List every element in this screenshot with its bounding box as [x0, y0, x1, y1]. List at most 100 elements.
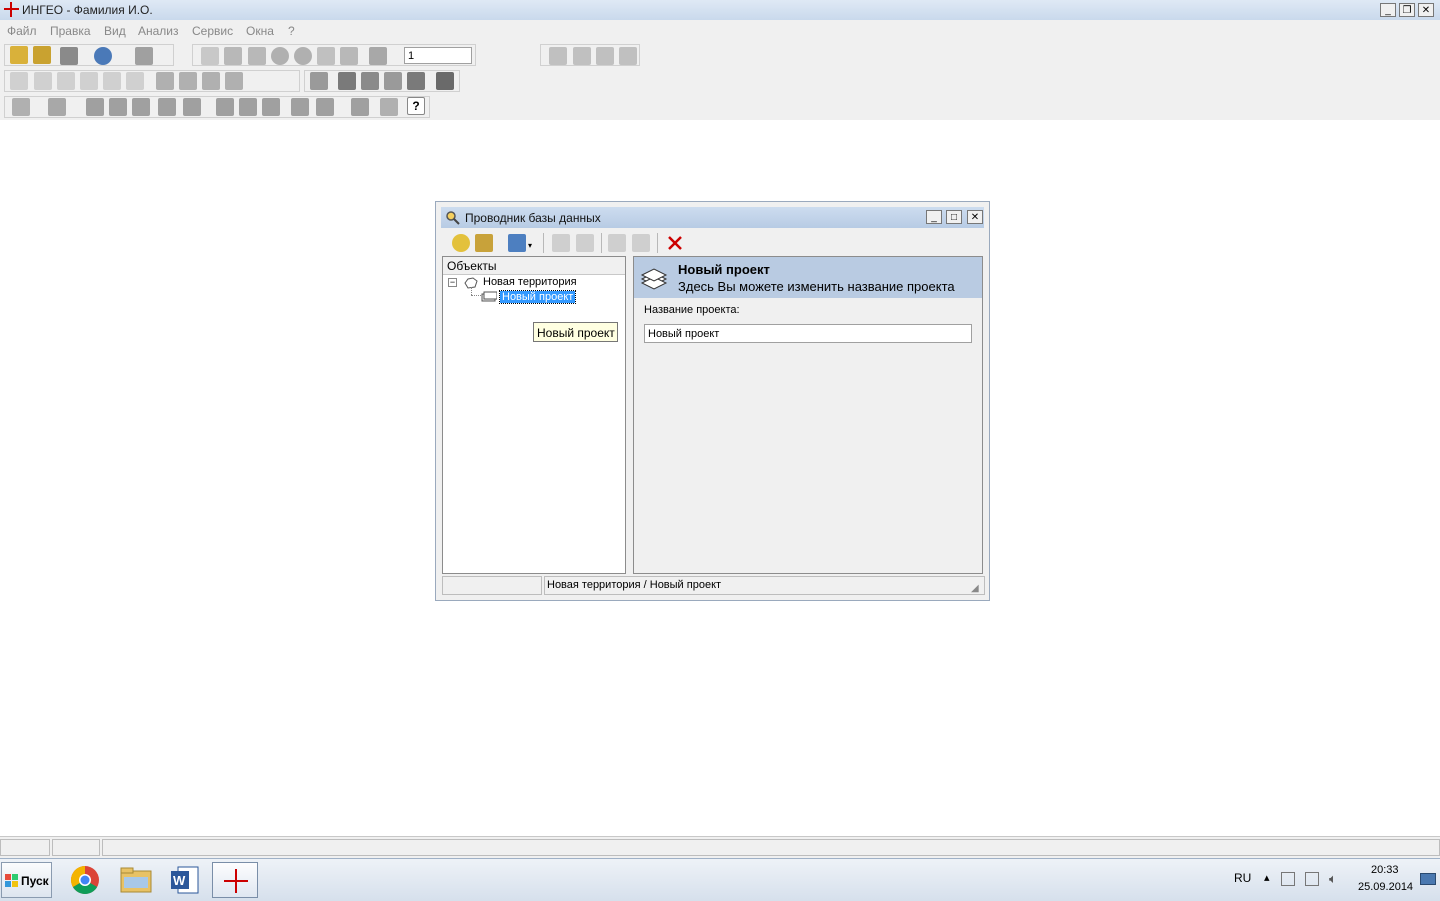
dialog-maximize-button[interactable]: □	[946, 210, 962, 224]
send-back-icon[interactable]	[361, 72, 379, 90]
copy-item-icon[interactable]	[552, 234, 570, 252]
menu-windows[interactable]: Окна	[246, 24, 274, 38]
table-filter-icon[interactable]	[596, 47, 614, 65]
zoom-extent-icon[interactable]	[317, 47, 335, 65]
language-indicator[interactable]: RU	[1234, 871, 1251, 885]
scale-icon[interactable]	[369, 47, 387, 65]
split-icon[interactable]	[216, 98, 234, 116]
refresh-icon[interactable]	[340, 47, 358, 65]
search-icon[interactable]	[94, 47, 112, 65]
bring-front-icon[interactable]	[338, 72, 356, 90]
open-project-icon[interactable]	[33, 46, 51, 64]
properties-icon[interactable]	[608, 234, 626, 252]
show-desktop-icon[interactable]	[1420, 873, 1436, 885]
new-item-icon[interactable]	[508, 234, 526, 252]
dialog-minimize-button[interactable]: _	[926, 210, 942, 224]
word-icon: W	[171, 866, 199, 894]
print-icon[interactable]	[60, 47, 78, 65]
menu-analysis[interactable]: Анализ	[138, 24, 179, 38]
taskbar-explorer[interactable]	[114, 862, 158, 898]
join-icon[interactable]	[239, 98, 257, 116]
database-explorer-dialog: Проводник базы данных _ □ ✕ ▾ Объекты − …	[435, 201, 990, 601]
scale-object-icon[interactable]	[225, 72, 243, 90]
select-line-icon[interactable]	[126, 72, 144, 90]
copy-object-icon[interactable]	[86, 98, 104, 116]
scale-input[interactable]	[404, 47, 472, 64]
attributes-icon[interactable]	[291, 98, 309, 116]
group-icon[interactable]	[384, 72, 402, 90]
union-icon[interactable]	[436, 72, 454, 90]
cut-object-icon[interactable]	[132, 98, 150, 116]
action-center-flag-icon[interactable]	[1281, 872, 1295, 886]
move-icon[interactable]	[179, 72, 197, 90]
zoom-in-icon[interactable]	[271, 47, 289, 65]
taskbar-ingeo[interactable]	[212, 862, 258, 898]
tree-header[interactable]: Объекты	[443, 257, 625, 275]
select-polygon-icon[interactable]	[103, 72, 121, 90]
taskbar-word[interactable]: W	[164, 862, 208, 898]
menu-edit[interactable]: Правка	[50, 24, 91, 38]
status-cell	[102, 839, 1440, 856]
draw-line-icon[interactable]	[158, 98, 176, 116]
new-object-icon[interactable]	[12, 98, 30, 116]
menu-file[interactable]: Файл	[7, 24, 37, 38]
select-circle-icon[interactable]	[80, 72, 98, 90]
rename-icon[interactable]	[632, 234, 650, 252]
layers-icon[interactable]	[135, 47, 153, 65]
pan-hand-icon[interactable]	[224, 47, 242, 65]
open-db-icon[interactable]	[475, 234, 493, 252]
close-button[interactable]: ✕	[1418, 3, 1434, 17]
resize-grip-icon[interactable]: ◢	[971, 583, 979, 594]
clock-date[interactable]: 25.09.2014	[1358, 881, 1413, 893]
taskbar-chrome[interactable]	[64, 862, 108, 898]
menu-service[interactable]: Сервис	[192, 24, 233, 38]
select-region-icon[interactable]	[201, 47, 219, 65]
merge-icon[interactable]	[262, 98, 280, 116]
pane-splitter[interactable]	[626, 256, 632, 574]
app-title-bar[interactable]: ИНГЕО - Фамилия И.О. _ ❐ ✕	[0, 0, 1440, 20]
paste-item-icon[interactable]	[576, 234, 594, 252]
zoom-out-icon[interactable]	[294, 47, 312, 65]
restore-button[interactable]: ❐	[1399, 3, 1415, 17]
open-map-icon[interactable]	[10, 46, 28, 64]
select-icon[interactable]	[34, 72, 52, 90]
project-name-input[interactable]	[644, 324, 972, 343]
dialog-title-bar[interactable]: Проводник базы данных _ □ ✕	[441, 207, 984, 228]
ungroup-icon[interactable]	[407, 72, 425, 90]
connect-db-icon[interactable]	[452, 234, 470, 252]
table-remove-icon[interactable]	[573, 47, 591, 65]
table-icon[interactable]	[549, 47, 567, 65]
start-button[interactable]: Пуск	[1, 862, 52, 898]
volume-icon[interactable]: 🔈︎	[1329, 871, 1337, 887]
delete-object-icon[interactable]	[310, 72, 328, 90]
tree-collapse-toggle[interactable]: −	[448, 278, 457, 287]
menu-view[interactable]: Вид	[104, 24, 126, 38]
grid-icon[interactable]	[351, 98, 369, 116]
context-help-icon[interactable]: ?	[407, 97, 425, 115]
dialog-close-button[interactable]: ✕	[967, 210, 983, 224]
new-layer-icon[interactable]	[48, 98, 66, 116]
pointer-icon[interactable]	[10, 72, 28, 90]
clock-time[interactable]: 20:33	[1371, 864, 1399, 876]
objects-tree-pane[interactable]: Объекты − Новая территория Новый проект	[442, 256, 626, 574]
show-hidden-icons-icon[interactable]: ▴	[1264, 871, 1270, 884]
select-rect-icon[interactable]	[57, 72, 75, 90]
network-icon[interactable]	[1305, 872, 1319, 886]
delete-icon[interactable]	[667, 235, 683, 251]
menu-help[interactable]: ?	[288, 24, 295, 38]
tree-item-project[interactable]: Новый проект	[498, 290, 577, 304]
tree-item-territory[interactable]: Новая территория	[483, 276, 577, 288]
minimize-button[interactable]: _	[1380, 3, 1396, 17]
new-item-dropdown-icon[interactable]: ▾	[528, 241, 532, 250]
menu-bar: Файл Правка Вид Анализ Сервис Окна ?	[0, 20, 1440, 40]
draw-curve-icon[interactable]	[183, 98, 201, 116]
rotate-icon[interactable]	[202, 72, 220, 90]
edit-nodes-icon[interactable]	[156, 72, 174, 90]
list-icon[interactable]	[316, 98, 334, 116]
undo-icon[interactable]	[380, 98, 398, 116]
paste-object-icon[interactable]	[109, 98, 127, 116]
toolbar-separator	[601, 233, 602, 253]
zoom-rect-icon[interactable]	[248, 47, 266, 65]
ingeo-taskbar-icon	[224, 869, 248, 893]
table-grid-icon[interactable]	[619, 47, 637, 65]
